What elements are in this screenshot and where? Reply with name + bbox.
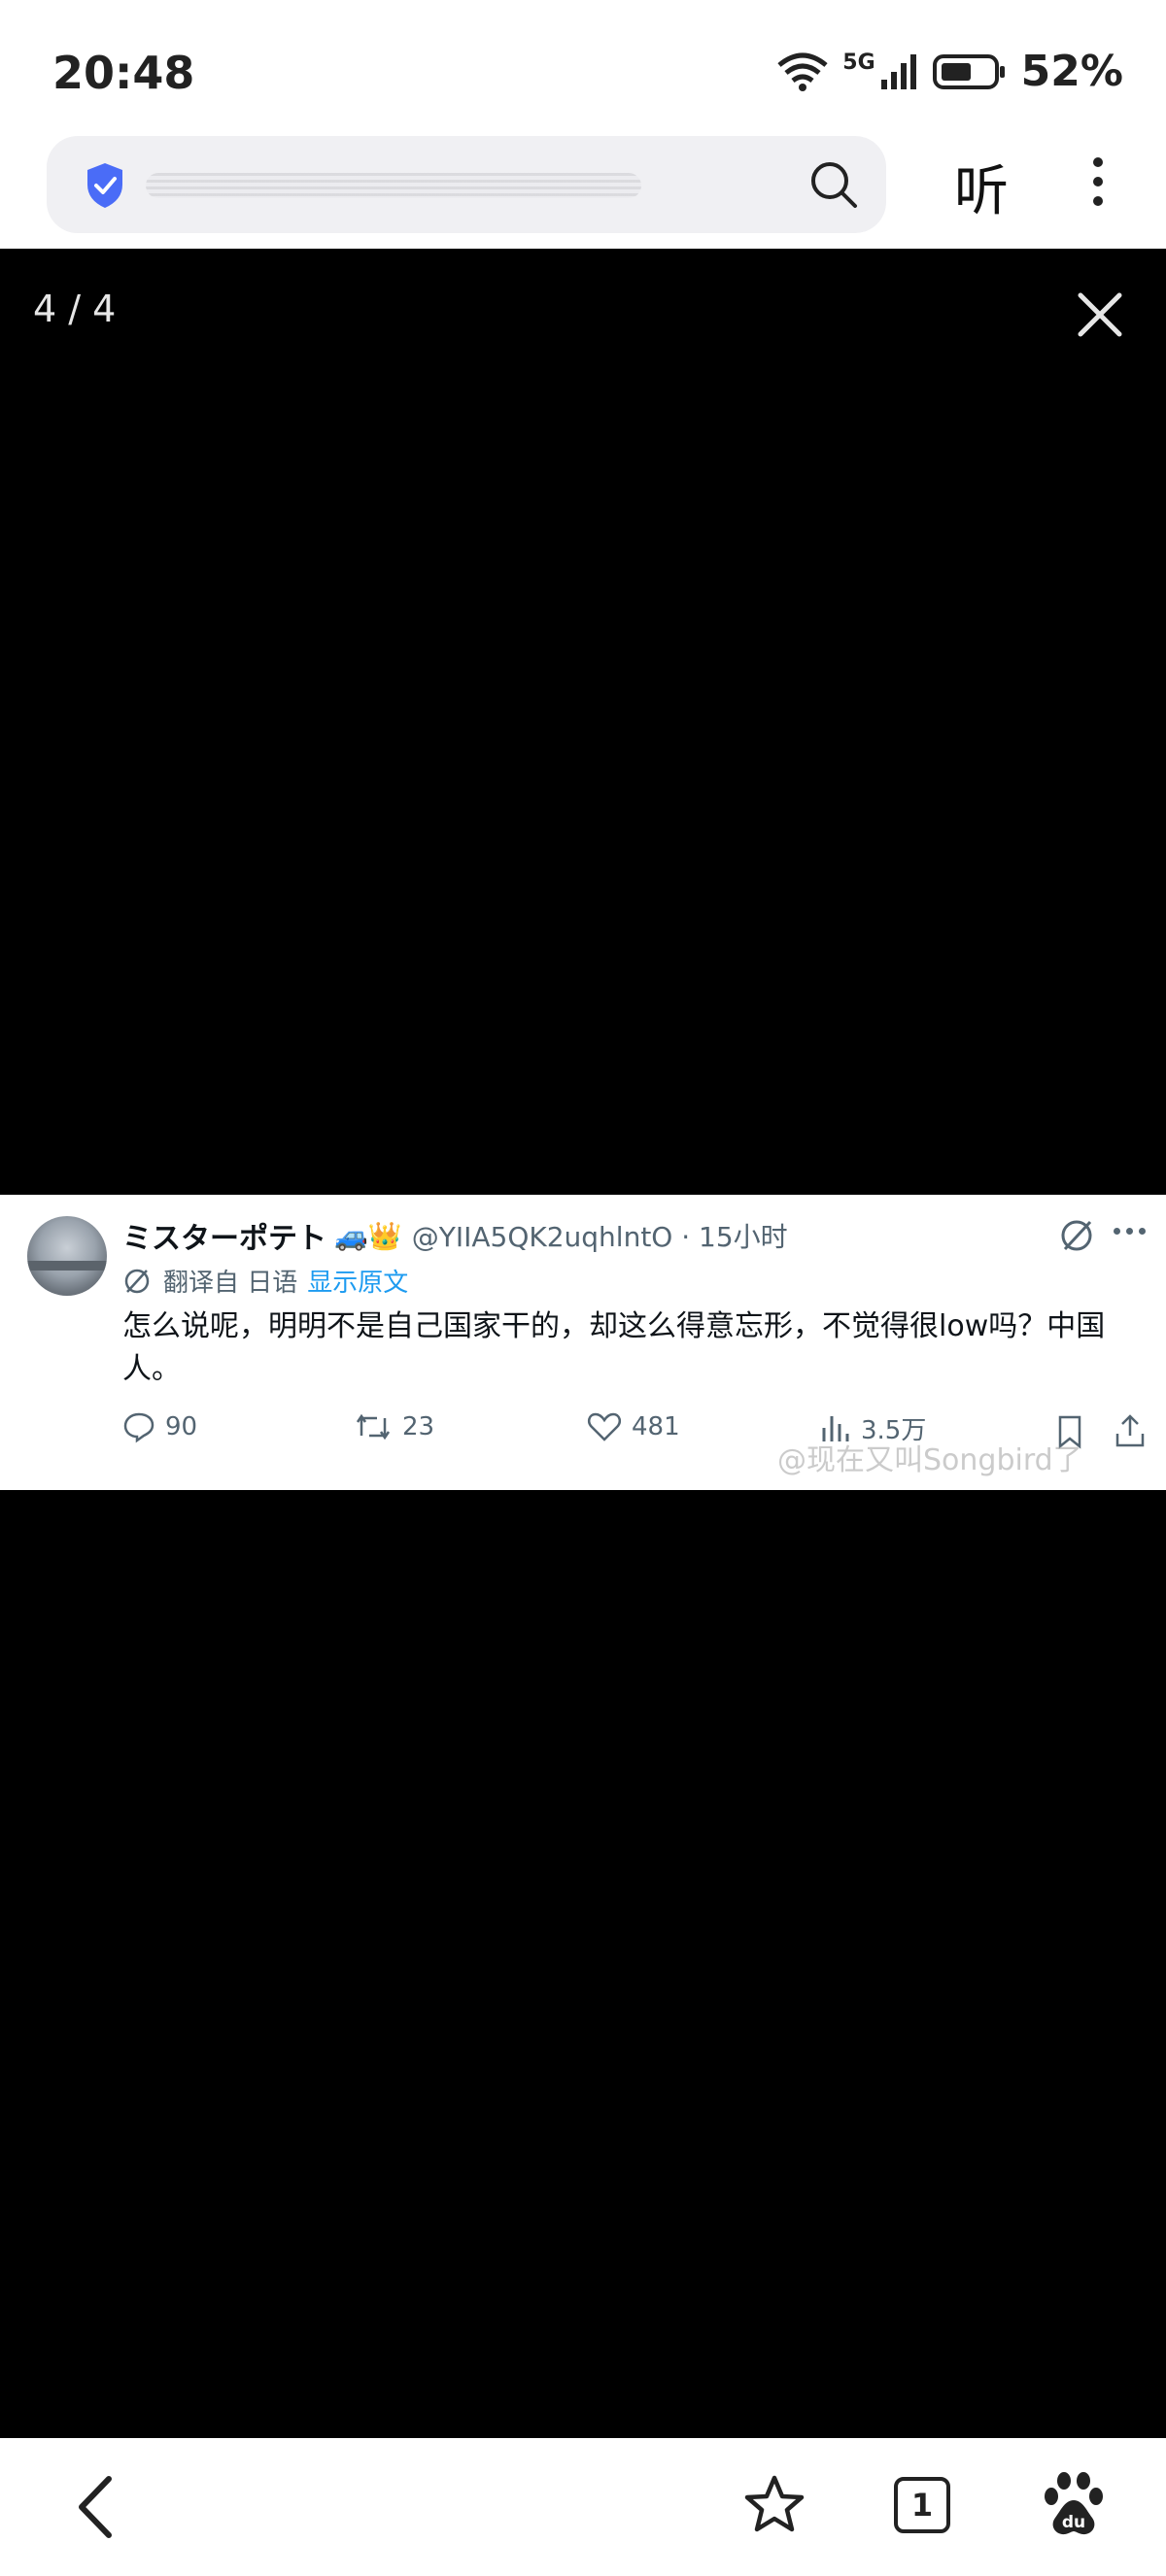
- show-original-link: 显示原文: [307, 1269, 409, 1298]
- retweet-count: 23: [402, 1412, 435, 1441]
- status-time: 20:48: [52, 47, 195, 99]
- translation-note: 翻译自 日语 显示原文: [122, 1263, 408, 1299]
- tabs-icon[interactable]: 1: [894, 2477, 950, 2533]
- tweet-text: 怎么说呢，明明不是自己国家干的，却这么得意忘形，不觉得很low吗？中国人。: [122, 1309, 1106, 1386]
- tweet-more-icon: [1114, 1228, 1146, 1235]
- like-stat: 481: [587, 1410, 680, 1443]
- signal-icon: [880, 53, 916, 89]
- tweet-author-emoji: 🚙👑: [334, 1219, 402, 1252]
- retweet-stat: 23: [354, 1410, 434, 1443]
- reply-count: 90: [165, 1412, 198, 1441]
- star-icon[interactable]: [742, 2473, 806, 2537]
- address-bar[interactable]: [47, 136, 886, 233]
- browser-toolbar: 听: [0, 126, 1166, 249]
- tweet-card: ミスターポテト 🚙👑 @YIIA5QK2uqhlntO · 15小时 翻译自 日…: [0, 1195, 1166, 1490]
- url-text-blurred: [146, 173, 641, 198]
- page-counter: 4 / 4: [33, 288, 117, 330]
- tweet-header: ミスターポテト 🚙👑 @YIIA5QK2uqhlntO · 15小时: [122, 1214, 788, 1257]
- status-indicators: 5G 52%: [776, 47, 1123, 96]
- like-count: 481: [632, 1412, 680, 1441]
- reply-icon: [123, 1412, 154, 1443]
- shield-icon: [87, 163, 122, 208]
- status-bar: 20:48 5G 52%: [0, 0, 1166, 136]
- share-icon: [1115, 1414, 1145, 1447]
- wifi-icon: [777, 52, 828, 91]
- battery-level: 52%: [1020, 47, 1123, 96]
- search-icon[interactable]: [808, 159, 859, 210]
- tweet-handle-time: @YIIA5QK2uqhlntO · 15小时: [411, 1221, 788, 1253]
- retweet-icon: [356, 1413, 391, 1441]
- grok-icon: [1061, 1220, 1092, 1251]
- bottom-nav: 1 du: [0, 2438, 1166, 2576]
- translate-icon: [124, 1269, 150, 1293]
- network-type: 5G: [842, 50, 875, 75]
- translated-from: 翻译自 日语: [163, 1269, 298, 1298]
- back-icon[interactable]: [72, 2475, 120, 2539]
- listen-button[interactable]: 听: [954, 148, 1009, 226]
- reply-stat: 90: [122, 1410, 197, 1443]
- baidu-icon[interactable]: du: [1042, 2471, 1106, 2539]
- battery-icon: [932, 53, 1005, 89]
- heart-icon: [587, 1412, 622, 1441]
- avatar: [27, 1216, 107, 1296]
- svg-text:du: du: [1062, 2513, 1085, 2532]
- more-icon[interactable]: [1079, 152, 1117, 216]
- weibo-watermark: @现在又叫Songbird了: [777, 1443, 1082, 1477]
- tweet-author-name: ミスターポテト: [122, 1222, 326, 1256]
- close-icon[interactable]: [1073, 288, 1127, 342]
